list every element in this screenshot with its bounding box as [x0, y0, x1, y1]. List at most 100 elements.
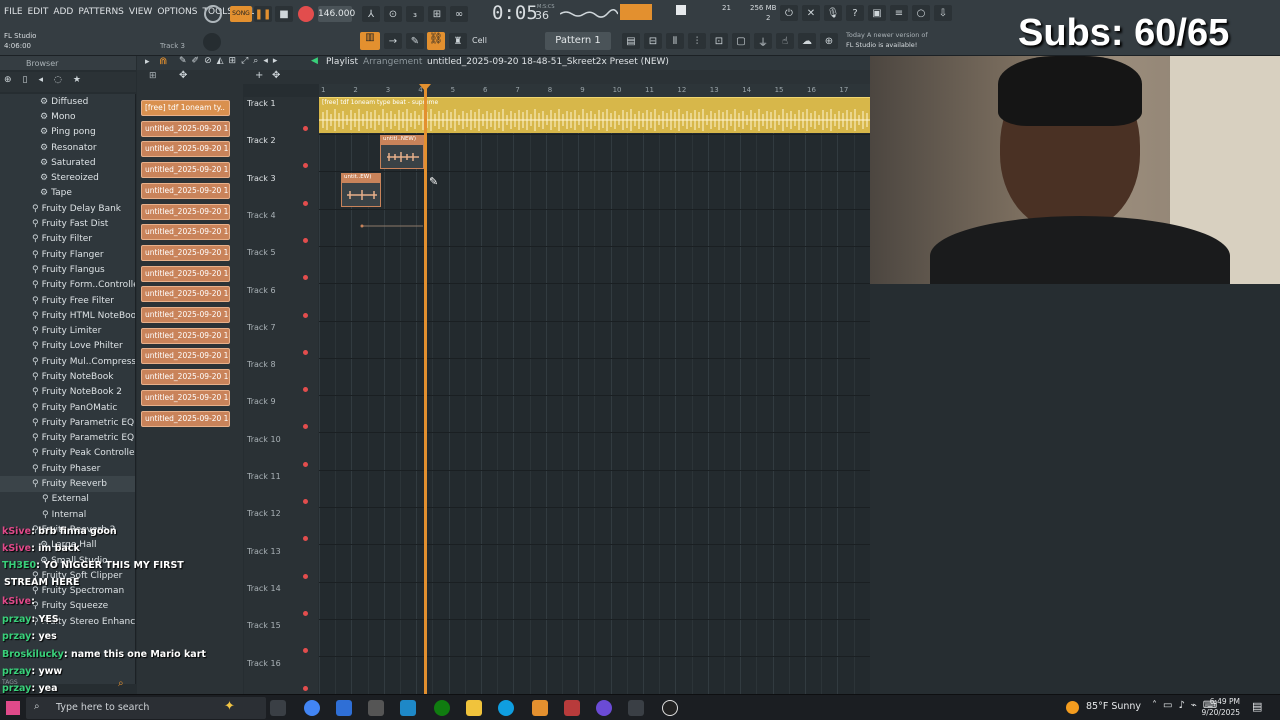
browser-item[interactable]: ⚲ Fruity Filter [0, 232, 135, 247]
plug-icon[interactable]: ⏚ [754, 33, 772, 49]
track-mute-led[interactable] [303, 536, 308, 542]
plugin-db-icon[interactable]: ▢ [732, 33, 750, 49]
clip-item[interactable]: untitled_2025-09-20 18- [141, 203, 230, 220]
obs-icon[interactable] [662, 700, 678, 716]
track-name[interactable]: Track 10 [247, 435, 281, 444]
clip-item[interactable]: untitled_2025-09-20 18- [141, 410, 230, 427]
browser-window-icon[interactable]: ⊡ [710, 33, 728, 49]
stop-icon[interactable]: ■ [275, 6, 293, 22]
browser-item[interactable]: ⚙ Stereoized [0, 170, 135, 185]
browser-item[interactable]: ⚲ Fruity HTML NoteBook [0, 308, 135, 323]
browser-item[interactable]: ⚲ Fruity Free Filter [0, 293, 135, 308]
chrome-icon[interactable] [304, 700, 320, 716]
playlist-grid[interactable]: [free] tdf 1oneam type beat - supreme un… [319, 97, 870, 694]
menu-view[interactable]: VIEW [129, 7, 152, 17]
browser-item[interactable]: ⚲ Fruity Reeverb [0, 476, 135, 492]
remote-icon[interactable] [400, 700, 416, 716]
clip-item[interactable]: untitled_2025-09-20 18- [141, 265, 230, 282]
file-explorer-icon[interactable] [466, 700, 482, 716]
clip-item[interactable]: untitled_2025-09-20 18- [141, 224, 230, 241]
store-icon[interactable] [336, 700, 352, 716]
playlist-icon[interactable]: ▤ [622, 33, 640, 49]
channel-rack-icon[interactable]: ⊟ [644, 33, 662, 49]
snap-select[interactable]: Cell [472, 36, 487, 45]
playhead-marker-icon[interactable] [419, 84, 431, 91]
track-mute-led[interactable] [303, 163, 308, 169]
stamp-icon[interactable]: ♜ [449, 33, 467, 49]
panic-icon[interactable]: ✕ [802, 5, 820, 21]
mixer-window-icon[interactable]: ⫴ [666, 33, 684, 49]
countdown-icon[interactable]: ₃ [406, 6, 424, 22]
track-mute-led[interactable] [303, 312, 308, 318]
track-name[interactable]: Track 5 [247, 248, 276, 257]
track-mute-led[interactable] [303, 424, 308, 430]
pattern-clip-track2[interactable]: untitl..NEW) [380, 135, 424, 169]
track-name[interactable]: Track 7 [247, 323, 276, 332]
clip-item[interactable]: untitled_2025-09-20 18- [141, 244, 230, 261]
arrow-right-icon[interactable]: → [384, 33, 402, 49]
browser-item[interactable]: ⚲ Fruity Flanger [0, 247, 135, 262]
menu-file[interactable]: FILE [4, 7, 23, 17]
track-mute-led[interactable] [303, 126, 308, 131]
browser-item[interactable]: ⚙ Resonator [0, 140, 135, 155]
track-name[interactable]: Track 2 [247, 136, 276, 145]
browser-item[interactable]: ⚲ Fruity Peak Controller [0, 446, 135, 461]
app-icon[interactable] [596, 700, 612, 716]
track-name[interactable]: Track 14 [247, 584, 281, 593]
pause-icon[interactable]: ❚❚ [254, 6, 272, 22]
edge-icon[interactable] [498, 700, 514, 716]
browser-item[interactable]: ⚲ Fruity Parametric EQ [0, 415, 135, 430]
clip-item[interactable]: [free] tdf 1oneam ty.. [141, 100, 230, 116]
browser-item[interactable]: ⚲ Fruity Flangus [0, 262, 135, 277]
browser-item[interactable]: ⚲ Fruity Phaser [0, 461, 135, 476]
track-name[interactable]: Track 15 [247, 621, 281, 630]
track-name[interactable]: Track 12 [247, 509, 281, 518]
magnet-icon[interactable]: ⋒ [159, 56, 167, 67]
mixer-icon[interactable]: ≡ [890, 5, 908, 21]
browser-add-icon[interactable]: ⊕ [4, 75, 12, 89]
link-icon[interactable]: ⛓ [427, 32, 445, 50]
menu-options[interactable]: OPTIONS [157, 7, 197, 17]
pencil-icon[interactable]: ✎ [406, 33, 424, 49]
shop-icon[interactable]: ⊕ [820, 33, 838, 49]
menu-add[interactable]: ADD [53, 7, 73, 17]
time-display[interactable]: 0:05 [492, 2, 538, 24]
track-mute-led[interactable] [303, 387, 308, 393]
playlist-tools-icons[interactable]: ✎✐⊘◭⊞⤢⌕◂▸ [179, 56, 282, 66]
xbox-icon[interactable] [434, 700, 450, 716]
browser-item[interactable]: ⚲ Fruity Parametric EQ 2 [0, 431, 135, 446]
browser-item[interactable]: ⚙ Mono [0, 109, 135, 124]
track-mute-led[interactable] [303, 237, 308, 243]
piano-roll-button[interactable]: ▥ [360, 32, 380, 50]
track-mute-led[interactable] [303, 461, 308, 467]
browser-item[interactable]: ⚲ Fruity Fast Dist [0, 216, 135, 231]
taskbar-search[interactable]: ⌕ Type here to search ✦ [26, 697, 266, 719]
zoom-icon[interactable]: ✥ [272, 70, 280, 81]
track-name[interactable]: Track 11 [247, 472, 281, 481]
browser-item[interactable]: ⚲ Fruity Delay Bank [0, 201, 135, 216]
clip-item[interactable]: untitled_2025-09-20 18- [141, 182, 230, 199]
menu-patterns[interactable]: PATTERNS [78, 7, 124, 17]
browser-item[interactable]: ⚲ Fruity PanOMatic [0, 400, 135, 415]
clip-item[interactable]: untitled_2025-09-20 18- [141, 286, 230, 303]
browser-item[interactable]: ⚙ Saturated [0, 155, 135, 170]
track-mute-led[interactable] [303, 349, 308, 355]
notification-icon[interactable]: ▤ [1252, 700, 1262, 713]
browser-item[interactable]: ⚲ Fruity NoteBook 2 [0, 385, 135, 400]
browser-item[interactable]: ⚲ Fruity Form..Controller [0, 278, 135, 293]
browser-plugin-icon[interactable]: ◌ [54, 75, 62, 89]
track-name[interactable]: Track 16 [247, 659, 281, 668]
cloud-icon[interactable]: ☁ [798, 33, 816, 49]
clip-item[interactable]: untitled_2025-09-20 18- [141, 348, 230, 365]
settings-icon[interactable] [368, 700, 384, 716]
wait-icon[interactable]: ⊙ [384, 6, 402, 22]
browser-item[interactable]: ⚙ Diffused [0, 94, 135, 109]
clock-date[interactable]: 9/20/2025 [1200, 708, 1240, 717]
eq-icon[interactable]: ⫶ [688, 33, 706, 49]
track-name[interactable]: Track 13 [247, 547, 281, 556]
microphone-icon[interactable]: 🎙 [824, 5, 842, 21]
weather-text[interactable]: 85°F Sunny [1086, 701, 1141, 712]
track-mute-led[interactable] [303, 610, 308, 616]
clip-item[interactable]: untitled_2025-09-20 18- [141, 389, 230, 406]
weather-icon[interactable] [1066, 701, 1079, 714]
